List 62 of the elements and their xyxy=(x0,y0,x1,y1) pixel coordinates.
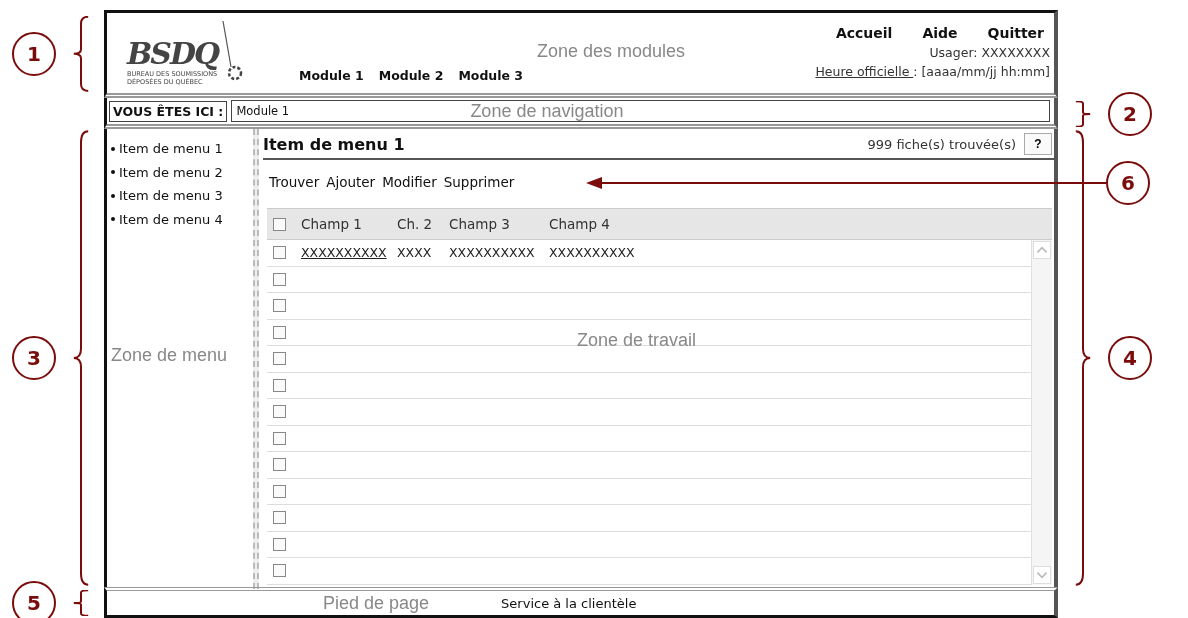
callout-number: 2 xyxy=(1108,91,1152,136)
logo-wordmark: BSDQ xyxy=(127,37,219,70)
header-link[interactable]: Quitter xyxy=(987,25,1044,41)
zone-label: Zone de navigation xyxy=(470,101,624,122)
checkbox[interactable] xyxy=(273,352,286,366)
table-cell: XXXXXXXXXX xyxy=(449,245,535,261)
checkbox[interactable] xyxy=(273,405,286,419)
callout-number: 3 xyxy=(12,336,56,380)
menu-item[interactable]: Item de menu 2 xyxy=(111,160,223,184)
curly-brace xyxy=(1074,100,1092,127)
location-label: VOUS ÊTES ICI : xyxy=(109,100,228,122)
column-header[interactable]: Champ 1 xyxy=(301,216,362,232)
checkbox[interactable] xyxy=(273,272,286,286)
checkbox[interactable] xyxy=(273,299,286,313)
curly-brace xyxy=(72,589,90,616)
checkbox[interactable] xyxy=(273,484,286,498)
column-header[interactable]: Ch. 2 xyxy=(397,216,433,232)
help-button[interactable]: ? xyxy=(1024,133,1052,155)
zone-label: Zone des modules xyxy=(537,41,686,62)
action-link[interactable]: Modifier xyxy=(382,174,437,190)
callout-number: 1 xyxy=(12,32,56,76)
record-link[interactable]: XXXXXXXXXX xyxy=(301,245,387,261)
action-link[interactable]: Trouver xyxy=(269,174,320,190)
result-count: 999 fiche(s) trouvée(s) xyxy=(867,136,1016,152)
column-header[interactable]: Champ 3 xyxy=(449,216,510,232)
callout-number: 6 xyxy=(1106,161,1150,205)
checkbox[interactable] xyxy=(273,511,286,525)
checkbox[interactable] xyxy=(273,537,286,551)
zone-label: Zone de travail xyxy=(577,330,697,351)
checkbox[interactable] xyxy=(273,378,286,392)
scrollbar[interactable] xyxy=(1031,240,1052,585)
footer-link[interactable]: Service à la clientèle xyxy=(501,595,637,611)
checkbox[interactable] xyxy=(273,325,286,339)
checkbox[interactable] xyxy=(273,217,286,231)
checkbox[interactable] xyxy=(273,564,286,578)
table-cell: XXXXXXXXXX xyxy=(549,245,635,261)
callout-number: 4 xyxy=(1108,336,1152,380)
table-cell: XXXX xyxy=(397,245,432,261)
header-link[interactable]: Aide xyxy=(922,25,958,41)
menu-item[interactable]: Item de menu 3 xyxy=(111,184,223,208)
checkbox[interactable] xyxy=(273,458,286,472)
action-link[interactable]: Ajouter xyxy=(326,174,376,190)
header-link[interactable]: Accueil xyxy=(835,25,893,41)
checkbox[interactable] xyxy=(273,246,286,260)
breadcrumb-item[interactable]: Module 1 xyxy=(236,104,290,118)
zone-label: Pied de page xyxy=(323,592,430,614)
scroll-down-icon[interactable] xyxy=(1033,565,1051,584)
zone-label: Zone de menu xyxy=(111,345,228,366)
clock-link[interactable]: Heure officielle xyxy=(815,64,914,79)
callout-number: 5 xyxy=(12,580,56,618)
clock-value: : [aaaa/mm/jj hh:mm] xyxy=(913,64,1050,79)
module-link[interactable]: Module 3 xyxy=(458,68,524,83)
user-name: Usager: XXXXXXXX xyxy=(929,45,1050,60)
action-link[interactable]: Supprimer xyxy=(443,174,515,190)
menu-item[interactable]: Item de menu 1 xyxy=(111,137,223,161)
page-title: Item de menu 1 xyxy=(263,134,406,154)
scroll-up-icon[interactable] xyxy=(1033,241,1051,259)
module-link[interactable]: Module 1 xyxy=(299,68,364,83)
checkbox[interactable] xyxy=(273,431,286,445)
module-link[interactable]: Module 2 xyxy=(378,68,444,83)
menu-item[interactable]: Item de menu 4 xyxy=(111,207,223,231)
column-header[interactable]: Champ 4 xyxy=(549,216,610,232)
